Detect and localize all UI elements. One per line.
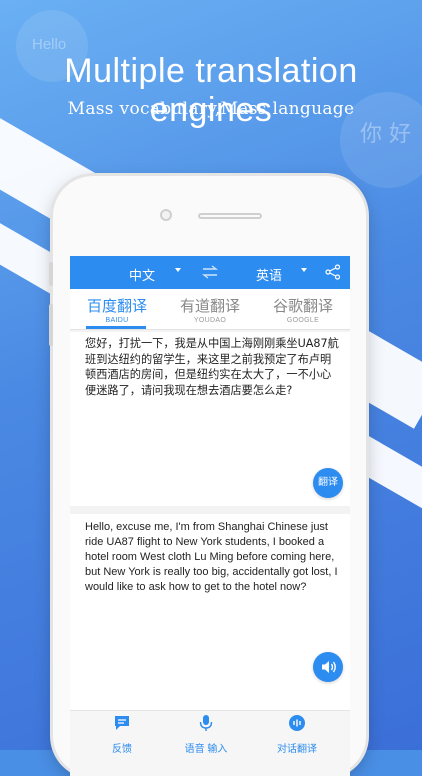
tab-baidu[interactable]: 百度翻译 BAIDU <box>72 289 162 329</box>
tab-sublabel: YOUDAO <box>193 317 227 324</box>
translate-button[interactable]: 翻译 <box>313 468 343 498</box>
tab-label: 谷歌翻译 <box>272 298 333 315</box>
camera-icon <box>160 209 172 221</box>
tab-sublabel: BAIDU <box>105 317 129 324</box>
earpiece <box>198 213 262 219</box>
source-text: 您好，打扰一下，我是从中国上海刚刚乘坐UA87航班到达纽约的留学生，来这里之前我… <box>85 337 339 397</box>
translation-result-area: Hello, excuse me, I'm from Shanghai Chin… <box>70 514 350 710</box>
tab-label: 有道翻译 <box>179 298 240 315</box>
source-language-select[interactable]: 中文 <box>129 265 155 284</box>
promo-subhead: Mass vocabulary,Mass language <box>67 99 355 119</box>
bottom-nav: 反馈 语音 输入 对话翻译 <box>70 710 350 776</box>
app-screen: 中文 英语 百度翻译 BAIDU 有道翻译 YOUDAO 谷歌翻译 GOOGLE… <box>70 256 350 776</box>
speak-button[interactable] <box>313 652 343 682</box>
chevron-down-icon[interactable] <box>175 268 181 272</box>
conversation-label: 对话翻译 <box>277 744 317 755</box>
source-text-area[interactable]: 您好，打扰一下，我是从中国上海刚刚乘坐UA87航班到达纽约的留学生，来这里之前我… <box>70 332 350 506</box>
microphone-icon <box>199 715 213 731</box>
phone-side-button <box>49 304 53 346</box>
tab-youdao[interactable]: 有道翻译 YOUDAO <box>165 289 255 329</box>
language-bar: 中文 英语 <box>70 256 350 289</box>
voice-input-label: 语音 输入 <box>184 744 228 755</box>
engine-tabs: 百度翻译 BAIDU 有道翻译 YOUDAO 谷歌翻译 GOOGLE <box>70 289 350 330</box>
phone-side-button <box>49 262 53 286</box>
phone-frame: 中文 英语 百度翻译 BAIDU 有道翻译 YOUDAO 谷歌翻译 GOOGLE… <box>49 176 366 776</box>
feedback-label: 反馈 <box>112 744 132 755</box>
feedback-icon <box>115 716 129 730</box>
share-icon[interactable] <box>325 264 341 280</box>
conversation-icon <box>289 715 305 731</box>
swap-arrows-icon[interactable] <box>201 263 219 281</box>
hello-bubble-text: Hello <box>32 36 67 53</box>
tab-label: 百度翻译 <box>86 298 147 315</box>
tab-google[interactable]: 谷歌翻译 GOOGLE <box>258 289 348 329</box>
speaker-icon <box>322 661 336 673</box>
target-language-select[interactable]: 英语 <box>256 265 282 284</box>
active-tab-indicator <box>86 326 146 329</box>
translation-text: Hello, excuse me, I'm from Shanghai Chin… <box>85 521 338 593</box>
tab-sublabel: GOOGLE <box>286 317 320 324</box>
chevron-down-icon[interactable] <box>301 268 307 272</box>
